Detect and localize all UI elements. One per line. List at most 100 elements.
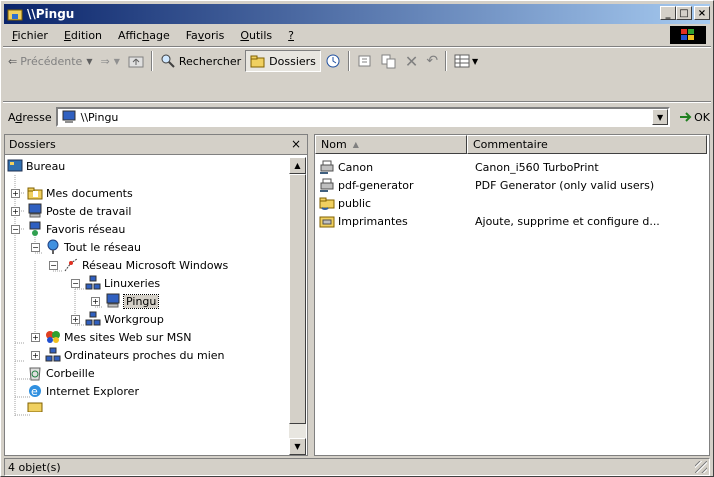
tree-item-corbeille[interactable]: Corbeille [27, 364, 95, 382]
delete-button[interactable]: ✕ [401, 50, 422, 72]
menu-help[interactable]: ? [280, 29, 302, 42]
menu-edition[interactable]: Edition [56, 29, 110, 42]
address-value: \\Pingu [80, 110, 119, 124]
tree-item-clipped[interactable] [27, 400, 46, 412]
tree-item-bureau[interactable]: Bureau [7, 157, 65, 175]
undo-icon: ↶ [426, 53, 439, 69]
recycle-bin-icon [27, 365, 43, 381]
title-bar[interactable]: \\Pingu _ □ × [4, 4, 710, 24]
copy-to-icon [381, 54, 396, 69]
scroll-up-button[interactable]: ▲ [289, 157, 306, 174]
file-row[interactable]: Imprimantes Ajoute, supprime et configur… [319, 212, 707, 230]
workgroup-icon [85, 311, 101, 327]
go-button[interactable]: OK [678, 110, 710, 124]
dropdown-arrow-icon: ▼ [86, 56, 93, 66]
file-name: Canon [338, 160, 374, 174]
workgroup-icon [85, 275, 101, 291]
folders-icon [250, 55, 265, 68]
tree-item-reseau-microsoft-windows[interactable]: Réseau Microsoft Windows [63, 256, 228, 274]
shared-printer-icon [319, 177, 335, 193]
my-documents-icon [27, 185, 43, 201]
folders-pane-header: Dossiers × [5, 135, 307, 155]
copy-to-button[interactable] [377, 50, 401, 72]
tree-item-favoris-reseau[interactable]: Favoris réseau [27, 220, 125, 238]
toolbar-separator-line [3, 101, 711, 103]
views-button[interactable]: ▼ [450, 50, 482, 72]
scroll-thumb[interactable] [289, 174, 306, 424]
tree-item-ordinateurs-proches[interactable]: Ordinateurs proches du mien [45, 346, 225, 364]
tree-item-mes-documents[interactable]: Mes documents [27, 184, 133, 202]
file-comment: Canon_i560 TurboPrint [475, 160, 599, 174]
tree-item-poste-de-travail[interactable]: Poste de travail [27, 202, 131, 220]
move-to-button[interactable] [353, 50, 377, 72]
menu-outils[interactable]: Outils [232, 29, 280, 42]
history-button[interactable] [321, 50, 345, 72]
explorer-window: \\Pingu _ □ × Fichier Edition Affichage … [0, 0, 714, 477]
folder-icon [27, 400, 43, 412]
internet-explorer-icon: e [27, 383, 43, 399]
undo-button[interactable]: ↶ [422, 50, 442, 72]
file-name: public [338, 196, 372, 210]
folder-tree: Bureau + Mes documents + Poste de travai… [5, 157, 289, 455]
back-arrow-icon: ⇐ [8, 54, 18, 68]
menu-favoris[interactable]: Favoris [178, 29, 233, 42]
file-row[interactable]: public [319, 194, 707, 212]
address-dropdown-button[interactable]: ▼ [652, 109, 669, 125]
printers-folder-icon [319, 213, 335, 229]
expand-toggle[interactable]: + [11, 189, 20, 198]
menu-affichage[interactable]: Affichage [110, 29, 178, 42]
address-field[interactable]: \\Pingu ▼ [55, 107, 671, 127]
computer-icon [62, 110, 76, 123]
expand-toggle[interactable]: + [31, 351, 40, 360]
menu-bar: Fichier Edition Affichage Favoris Outils… [4, 25, 710, 45]
desktop-icon [7, 158, 23, 174]
shared-folder-icon [319, 195, 335, 211]
expand-toggle[interactable]: + [71, 315, 80, 324]
shared-printer-icon [319, 159, 335, 175]
collapse-toggle[interactable]: − [49, 261, 58, 270]
delete-icon: ✕ [404, 51, 419, 71]
forward-button[interactable]: ⇒ ▼ [96, 50, 123, 72]
back-button[interactable]: ⇐ Précédente ▼ [4, 50, 96, 72]
expand-toggle[interactable]: + [31, 333, 40, 342]
expand-toggle[interactable]: + [11, 207, 20, 216]
file-row[interactable]: pdf-generator PDF Generator (only valid … [319, 176, 707, 194]
tree-item-workgroup[interactable]: Workgroup [85, 310, 164, 328]
folders-scrollbar[interactable]: ▲ ▼ [289, 157, 306, 455]
window-title: \\Pingu [27, 7, 75, 21]
forward-arrow-icon: ⇒ [100, 54, 110, 68]
folders-button[interactable]: Dossiers [245, 50, 321, 72]
up-folder-button[interactable] [124, 50, 148, 72]
resize-grip[interactable] [695, 461, 707, 473]
scroll-down-button[interactable]: ▼ [289, 438, 306, 455]
column-header-comment[interactable]: Commentaire [467, 135, 707, 154]
collapse-toggle[interactable]: − [11, 225, 20, 234]
file-row[interactable]: Canon Canon_i560 TurboPrint [319, 158, 707, 176]
file-name: Imprimantes [338, 214, 408, 228]
minimize-button[interactable]: _ [660, 6, 676, 20]
expand-toggle[interactable]: + [91, 297, 100, 306]
tree-item-mes-sites-web[interactable]: Mes sites Web sur MSN [45, 328, 191, 346]
collapse-toggle[interactable]: − [31, 243, 40, 252]
dropdown-arrow-icon: ▼ [472, 56, 479, 66]
folders-pane: Dossiers × Bureau + Mes documents + Post… [4, 134, 308, 456]
column-header-name[interactable]: Nom ▲ [315, 135, 467, 154]
menu-fichier[interactable]: Fichier [4, 29, 56, 42]
tree-item-pingu[interactable]: Pingu [105, 292, 160, 310]
move-to-icon [358, 55, 371, 67]
search-button[interactable]: Rechercher [156, 50, 245, 72]
maximize-button[interactable]: □ [676, 6, 692, 20]
toolbar-separator [445, 51, 448, 71]
folders-pane-close-button[interactable]: × [291, 137, 301, 151]
tree-item-linuxeries[interactable]: Linuxeries [85, 274, 160, 292]
file-name: pdf-generator [338, 178, 414, 192]
entire-network-icon [45, 239, 61, 255]
toolbar-separator [347, 51, 350, 71]
views-icon [454, 54, 470, 68]
toolbar-separator [150, 51, 153, 71]
tree-item-internet-explorer[interactable]: e Internet Explorer [27, 382, 139, 400]
tree-item-tout-le-reseau[interactable]: Tout le réseau [45, 238, 141, 256]
close-button[interactable]: × [694, 6, 710, 20]
collapse-toggle[interactable]: − [71, 279, 80, 288]
address-label: Adresse [8, 110, 52, 124]
